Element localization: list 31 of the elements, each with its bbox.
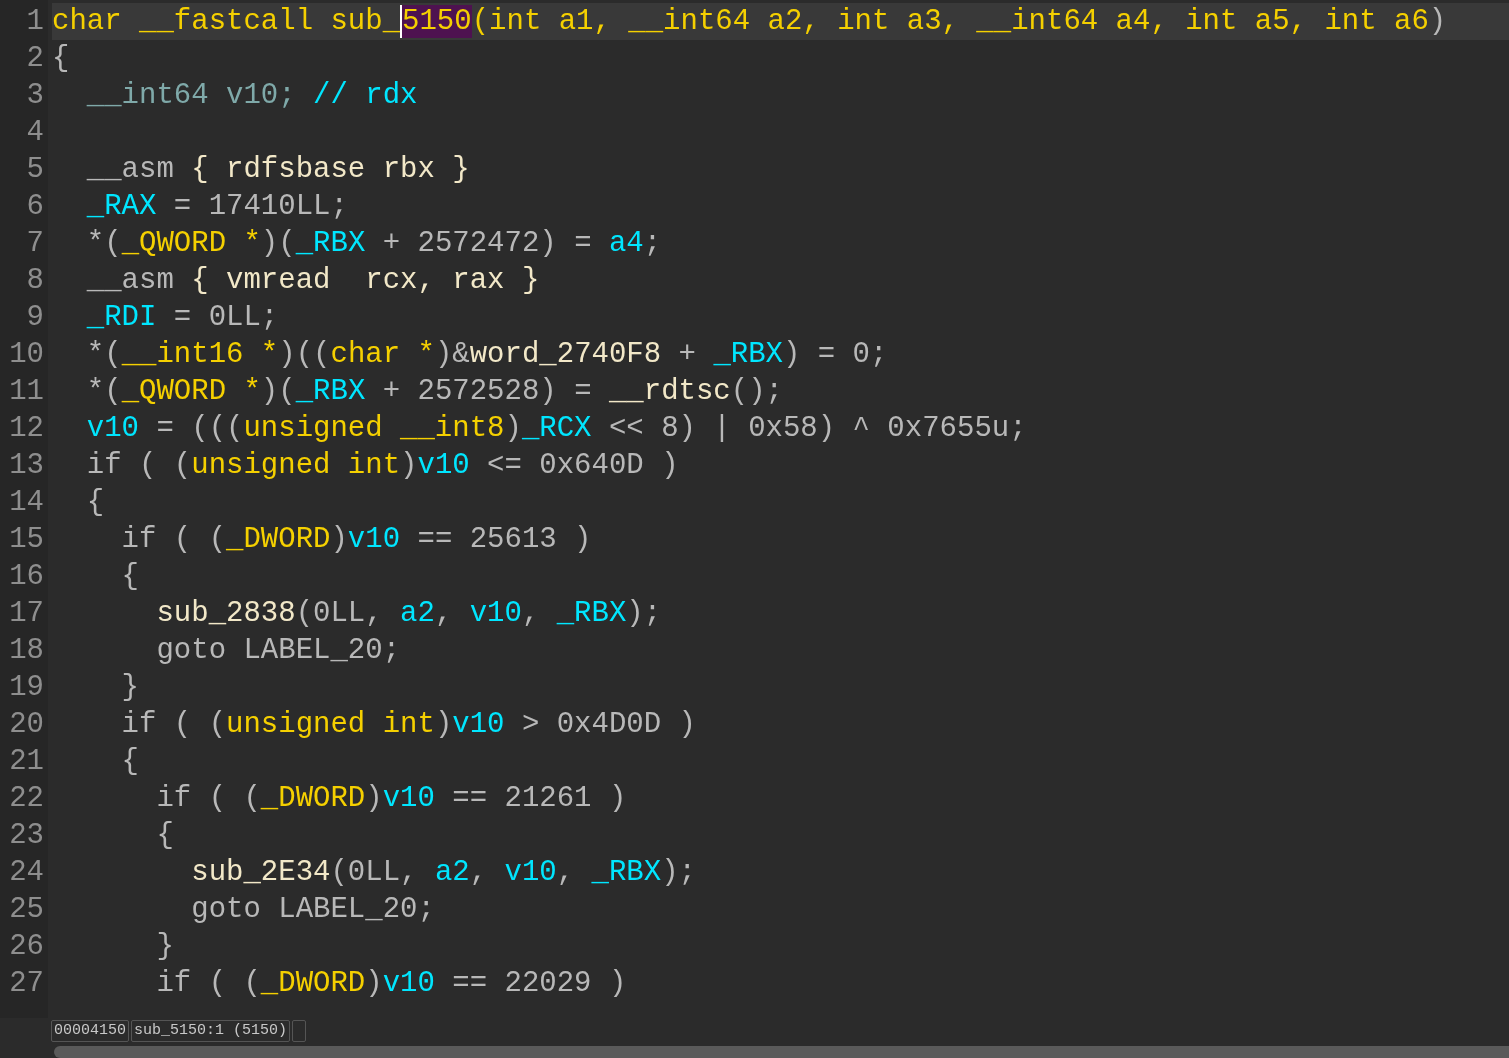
line-number: 9	[25, 300, 45, 336]
line-number: 27	[8, 966, 45, 1002]
line-number: 3	[25, 78, 45, 114]
line-number: 11	[8, 374, 45, 410]
line-number: 4	[25, 115, 45, 151]
line-number: 8	[25, 263, 45, 299]
location-field: sub_5150:1 (5150)	[131, 1020, 291, 1042]
line-number: 24	[8, 855, 45, 891]
line-number: 5	[25, 152, 45, 188]
line-number: 17	[8, 596, 45, 632]
line-number: 6	[25, 189, 45, 225]
horizontal-scrollbar[interactable]	[54, 1046, 1509, 1058]
line-number: 16	[8, 559, 45, 595]
line-number: 26	[8, 929, 45, 965]
line-number: 1	[25, 4, 45, 40]
line-number: 23	[8, 818, 45, 854]
line-number: 20	[8, 707, 45, 743]
line-number: 15	[8, 522, 45, 558]
line-number: 22	[8, 781, 45, 817]
line-number: 10	[8, 337, 45, 373]
line-number: 13	[8, 448, 45, 484]
address-field: 00004150	[51, 1020, 129, 1042]
line-number: 7	[25, 226, 45, 262]
line-number: 18	[8, 633, 45, 669]
line-number: 21	[8, 744, 45, 780]
line-number: 19	[8, 670, 45, 706]
line-number: 14	[8, 485, 45, 521]
line-number: 2	[25, 41, 45, 77]
line-number: 25	[8, 892, 45, 928]
line-number: 12	[8, 411, 45, 447]
status-field	[292, 1020, 307, 1042]
